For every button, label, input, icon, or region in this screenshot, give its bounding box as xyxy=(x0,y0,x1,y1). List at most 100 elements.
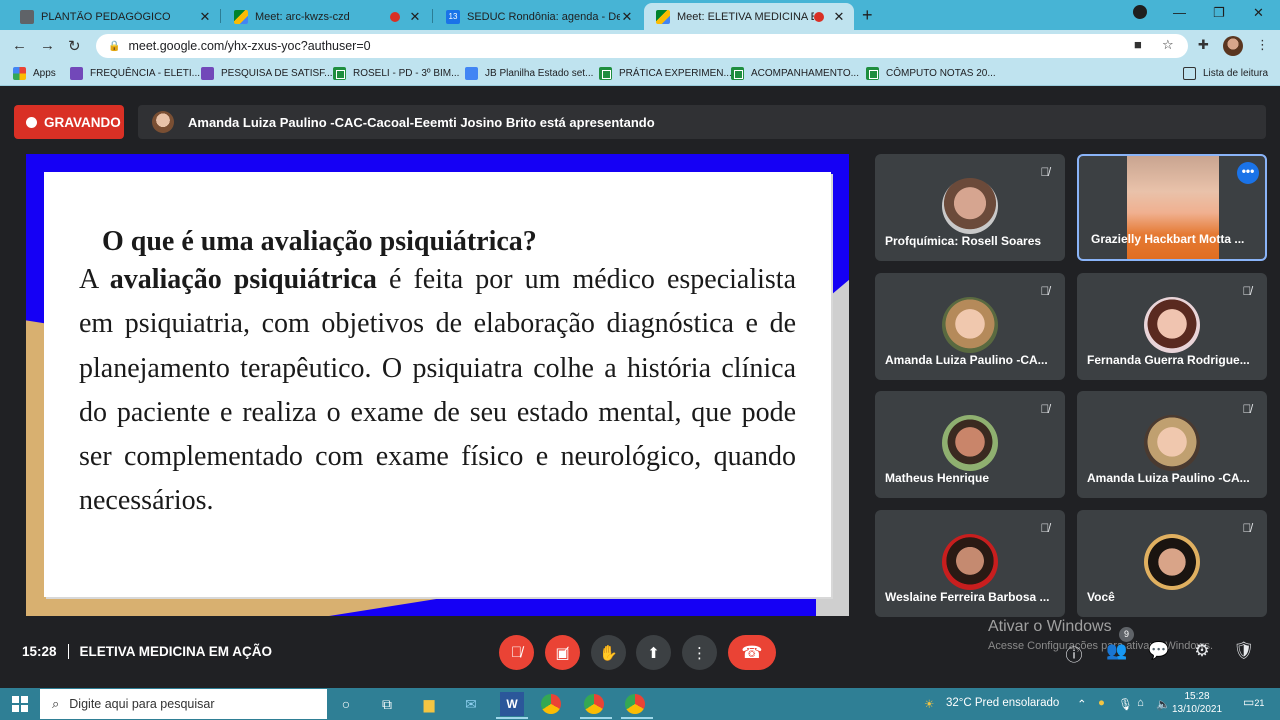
participant-tile[interactable]: 🎙̸ Você xyxy=(1077,510,1267,617)
reading-list-button[interactable]: Lista de leitura xyxy=(1183,67,1268,80)
notifications-button[interactable]: ▭21 xyxy=(1243,695,1264,709)
info-icon[interactable]: ⓘ xyxy=(1063,641,1085,666)
bookmark-frequencia[interactable]: FREQUÊNCIA - ELETI... xyxy=(70,67,200,80)
reading-list-label: Lista de leitura xyxy=(1203,68,1269,79)
participant-avatar xyxy=(942,415,998,471)
chrome-icon[interactable] xyxy=(541,694,561,714)
bookmark-jb-planilha[interactable]: JB Planilha Estado set... xyxy=(465,67,593,80)
microphone-tray-icon[interactable]: 🎙 xyxy=(1118,697,1133,711)
mic-off-icon: 🎙̸ xyxy=(1040,165,1050,179)
mic-toggle-button[interactable]: 🎙̸ xyxy=(499,635,534,670)
close-tab-icon[interactable]: ✕ xyxy=(198,9,212,25)
participant-tile[interactable]: 🎙̸ Weslaine Ferreira Barbosa ... xyxy=(875,510,1065,617)
more-options-button[interactable]: ⋮ xyxy=(682,635,717,670)
recording-icon xyxy=(26,116,37,128)
close-window-button[interactable]: ✕ xyxy=(1253,5,1264,21)
close-tab-icon[interactable]: ✕ xyxy=(408,9,422,25)
file-explorer-icon[interactable]: ▆ xyxy=(417,692,441,716)
tab-seduc-agenda[interactable]: 13 SEDUC Rondônia: agenda - Detalhes ✕ xyxy=(434,3,642,30)
host-controls-icon[interactable]: 🛡 xyxy=(1233,641,1255,661)
tab-title: PLANTÃO PEDAGÓGICO xyxy=(41,10,171,23)
tray-app-icon[interactable]: ● xyxy=(1098,697,1105,709)
weather-text[interactable]: 32°C Pred ensolarado xyxy=(946,697,1059,709)
participant-tile[interactable]: 🎙̸ Fernanda Guerra Rodrigue... xyxy=(1077,273,1267,380)
activities-icon[interactable]: ⚙ xyxy=(1191,641,1213,661)
sheets-icon xyxy=(731,67,744,80)
tab-title: Meet: arc-kwzs-czd xyxy=(255,10,350,23)
classroom-icon xyxy=(20,9,34,24)
new-tab-button[interactable]: + xyxy=(862,5,873,26)
sheets-icon xyxy=(333,67,346,80)
activate-windows-subtitle: Acesse Configurações para ativar o Windo… xyxy=(988,640,1213,652)
profile-avatar[interactable] xyxy=(1223,36,1243,56)
back-icon[interactable]: ← xyxy=(12,37,27,54)
word-icon[interactable]: W xyxy=(500,692,524,716)
sheets-icon xyxy=(866,67,879,80)
menu-icon[interactable]: ⋮ xyxy=(1256,37,1269,53)
participant-name: Grazielly Hackbart Motta ... xyxy=(1091,232,1245,246)
extensions-icon[interactable]: ✚ xyxy=(1198,37,1209,53)
more-options-icon[interactable]: ••• xyxy=(1237,162,1259,184)
network-icon[interactable]: ⌂ xyxy=(1137,697,1144,709)
cortana-icon[interactable]: ○ xyxy=(334,692,358,716)
recording-dot-icon xyxy=(814,11,824,22)
apps-icon xyxy=(13,67,26,80)
weather-sun-icon: ☀ xyxy=(924,699,935,711)
leave-call-button[interactable]: ☎ xyxy=(728,635,776,670)
slide-body-bold: avaliação psiquiátrica xyxy=(109,264,377,295)
chrome-profile-icon[interactable] xyxy=(625,694,645,714)
people-icon[interactable]: 👥 xyxy=(1106,641,1128,661)
close-tab-icon[interactable]: ✕ xyxy=(832,9,846,25)
tab-plantao[interactable]: PLANTÃO PEDAGÓGICO ✕ xyxy=(8,3,220,30)
participant-tile[interactable]: 🎙̸ Amanda Luiza Paulino -CA... xyxy=(1077,391,1267,498)
mail-icon[interactable]: ✉ xyxy=(459,692,483,716)
docs-icon xyxy=(465,67,478,80)
bookmark-pratica[interactable]: PRÁTICA EXPERIMEN... xyxy=(599,67,732,80)
raise-hand-button[interactable]: ✋ xyxy=(591,635,626,670)
slide-body-prefix: A xyxy=(79,264,110,295)
participant-tile[interactable]: 🎙̸ Matheus Henrique xyxy=(875,391,1065,498)
maximize-button[interactable]: ❐ xyxy=(1213,5,1225,21)
forms-icon xyxy=(201,67,214,80)
bookmark-pesquisa[interactable]: PESQUISA DE SATISF... xyxy=(201,67,333,80)
camera-icon[interactable]: ■ xyxy=(1134,37,1142,52)
forward-icon[interactable]: → xyxy=(40,37,55,54)
tab-search-icon[interactable] xyxy=(1133,5,1147,19)
sheets-icon xyxy=(599,67,612,80)
camera-toggle-button[interactable]: ▣̸ xyxy=(545,635,580,670)
recording-button[interactable]: GRAVANDO xyxy=(14,105,124,139)
address-bar-row: ← → ↻ 🔒 meet.google.com/yhx-zxus-yoc?aut… xyxy=(0,30,1280,62)
participant-tile[interactable]: 🎙̸ Amanda Luiza Paulino -CA... xyxy=(875,273,1065,380)
participant-avatar xyxy=(1144,415,1200,471)
slide-title: O que é uma avaliação psiquiátrica? xyxy=(102,226,537,257)
bookmark-computo[interactable]: CÔMPUTO NOTAS 20... xyxy=(866,67,996,80)
tab-divider xyxy=(220,9,221,23)
windows-start-icon[interactable] xyxy=(12,696,28,712)
tray-overflow-icon[interactable]: ⌃ xyxy=(1077,697,1087,711)
bookmark-roseli[interactable]: ROSELI - PD - 3º BIM... xyxy=(333,67,459,80)
calendar-icon: 13 xyxy=(446,9,460,24)
present-button[interactable]: ⬆ xyxy=(636,635,671,670)
minimize-button[interactable]: — xyxy=(1173,5,1186,20)
close-tab-icon[interactable]: ✕ xyxy=(620,9,634,25)
search-icon: ⌕ xyxy=(52,696,60,711)
tab-meet-arc[interactable]: Meet: arc-kwzs-czd ✕ xyxy=(222,3,430,30)
camera-off-icon: ▣̸ xyxy=(555,644,570,662)
bookmarks-bar: Apps FREQUÊNCIA - ELETI... PESQUISA DE S… xyxy=(0,62,1280,86)
bookmark-apps[interactable]: Apps xyxy=(13,67,56,80)
participant-tile[interactable]: 🎙̸ Profquímica: Rosell Soares xyxy=(875,154,1065,261)
reload-icon[interactable]: ↻ xyxy=(68,37,81,55)
bookmark-acompanhamento[interactable]: ACOMPANHAMENTO... xyxy=(731,67,859,80)
url-field[interactable]: 🔒 meet.google.com/yhx-zxus-yoc?authuser=… xyxy=(96,34,1188,58)
participant-tile[interactable]: ••• Grazielly Hackbart Motta ... xyxy=(1077,154,1267,261)
star-icon[interactable]: ☆ xyxy=(1162,37,1174,53)
taskbar-clock[interactable]: 15:28 13/10/2021 xyxy=(1168,690,1226,716)
chat-icon[interactable]: 💬 xyxy=(1148,641,1170,661)
mic-off-icon: 🎙̸ xyxy=(1242,402,1252,416)
task-view-icon[interactable]: ⧉ xyxy=(375,692,399,716)
participant-name: Amanda Luiza Paulino -CA... xyxy=(885,353,1048,367)
tab-meet-eletiva[interactable]: Meet: ELETIVA MEDICINA EM AÇÃO ✕ xyxy=(644,3,854,30)
chrome-profile-icon[interactable] xyxy=(584,694,604,714)
taskbar-search-field[interactable]: ⌕ Digite aqui para pesquisar xyxy=(40,689,327,719)
meeting-info: 15:28 ELETIVA MEDICINA EM AÇÃO xyxy=(22,644,272,659)
